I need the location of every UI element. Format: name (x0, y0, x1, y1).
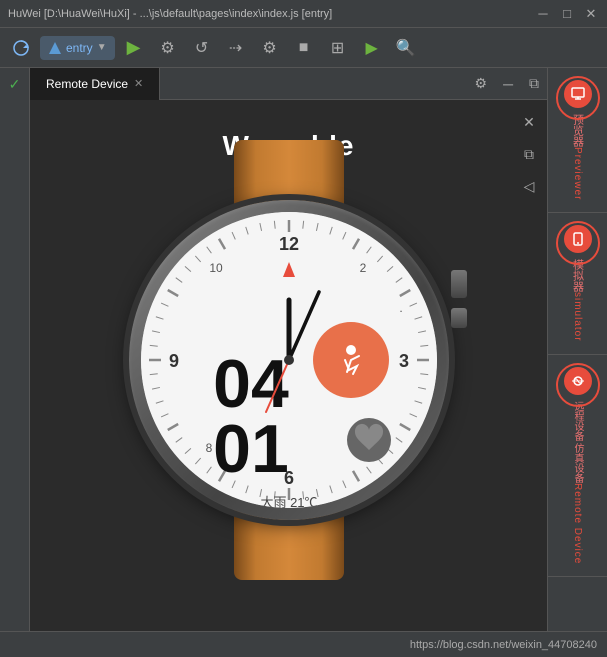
svg-text:2: 2 (359, 261, 366, 275)
crown-bottom (451, 308, 467, 328)
preview-top-controls: ✕ ⧉ ◁ (511, 104, 547, 204)
svg-text:10: 10 (209, 261, 223, 275)
preview-copy-button[interactable]: ⧉ (515, 140, 543, 168)
minimize-button[interactable]: ─ (535, 6, 551, 22)
debug-button[interactable]: ⚙ (153, 34, 183, 62)
folder-button[interactable]: ⊞ (323, 34, 353, 62)
tab-minimize-icon[interactable]: ─ (495, 76, 521, 92)
left-sidebar: ✓ (0, 68, 30, 631)
watch-case: 12 3 6 9 2 . 10 4 8 (129, 200, 449, 520)
svg-text:9: 9 (168, 351, 178, 371)
remote-device-en-label: Remote Device (572, 483, 583, 564)
title-bar-controls: ─ □ ✕ (535, 6, 599, 22)
maximize-button[interactable]: □ (559, 6, 575, 22)
search-button[interactable]: 🔍 (391, 34, 421, 62)
watch-face: 12 3 6 9 2 . 10 4 8 (141, 212, 437, 508)
simulator-panel-item[interactable]: 模拟器 simulator (548, 213, 607, 355)
stop-button[interactable]: ■ (289, 34, 319, 62)
tab-label: Remote Device (46, 77, 128, 91)
svg-text:01: 01 (213, 411, 289, 487)
status-bar: https://blog.csdn.net/weixin_44708240 (0, 631, 607, 657)
simulated-device-cn-label: 仿真设备 (570, 443, 585, 483)
simulator-icon (564, 225, 592, 253)
crown-top (451, 270, 467, 298)
preview-back-button[interactable]: ◁ (515, 172, 543, 200)
tab-settings-icon[interactable]: ⚙ (467, 75, 496, 92)
svg-text:.: . (399, 301, 402, 315)
previewer-icon (564, 80, 592, 108)
close-button[interactable]: ✕ (583, 6, 599, 22)
play2-button[interactable]: ▶ (357, 34, 387, 62)
svg-text:8: 8 (205, 441, 212, 455)
title-bar: HuWei [D:\HuaWei\HuXi] - ...\js\default\… (0, 0, 607, 28)
status-url: https://blog.csdn.net/weixin_44708240 (410, 639, 597, 651)
right-panel: 预览器 Previewer 模拟器 simulator (547, 68, 607, 631)
simulator-en-label: simulator (572, 292, 583, 342)
run-button[interactable]: ▶ (119, 34, 149, 62)
remote-device-tab[interactable]: Remote Device ✕ (30, 68, 160, 100)
preview-close-button[interactable]: ✕ (515, 108, 543, 136)
remote-device-cn-label: 远程设备 (570, 401, 585, 441)
entry-chip[interactable]: entry ▼ (40, 36, 115, 60)
entry-label: entry (66, 41, 93, 55)
previewer-cn-label: 预览器 (570, 114, 586, 147)
sync-button[interactable]: ↺ (187, 34, 217, 62)
svg-text:3: 3 (398, 351, 408, 371)
main-area: ✓ Remote Device ✕ ⚙ ─ ⧉ ✕ ⧉ ◁ Wearable (0, 68, 607, 631)
fast-forward-button[interactable]: ⇢ (221, 34, 251, 62)
watch-container: 12 3 6 9 2 . 10 4 8 (129, 200, 449, 520)
tab-bar: Remote Device ✕ ⚙ ─ ⧉ (30, 68, 547, 100)
device-preview: ✕ ⧉ ◁ Wearable 00:59:44 (30, 100, 547, 631)
simulator-cn-label: 模拟器 (570, 259, 586, 292)
refresh-button[interactable] (6, 34, 36, 62)
tab-popout-icon[interactable]: ⧉ (521, 75, 547, 92)
toolbar: entry ▼ ▶ ⚙ ↺ ⇢ ⚙ ■ ⊞ ▶ 🔍 (0, 28, 607, 68)
previewer-panel-item[interactable]: 预览器 Previewer (548, 68, 607, 213)
remote-device-panel-item[interactable]: 远程设备 仿真设备 Remote Device (548, 355, 607, 577)
tab-container: Remote Device ✕ ⚙ ─ ⧉ ✕ ⧉ ◁ Wearable (30, 68, 547, 631)
remote-device-icon (564, 367, 592, 395)
dropdown-arrow: ▼ (97, 42, 107, 53)
title-bar-text: HuWei [D:\HuaWei\HuXi] - ...\js\default\… (8, 8, 535, 20)
settings-button[interactable]: ⚙ (255, 34, 285, 62)
svg-text:12: 12 (278, 234, 298, 254)
check-icon: ✓ (9, 76, 21, 93)
tab-close-button[interactable]: ✕ (134, 77, 143, 90)
previewer-en-label: Previewer (572, 147, 583, 200)
svg-text:大雨 21℃: 大雨 21℃ (260, 495, 317, 508)
